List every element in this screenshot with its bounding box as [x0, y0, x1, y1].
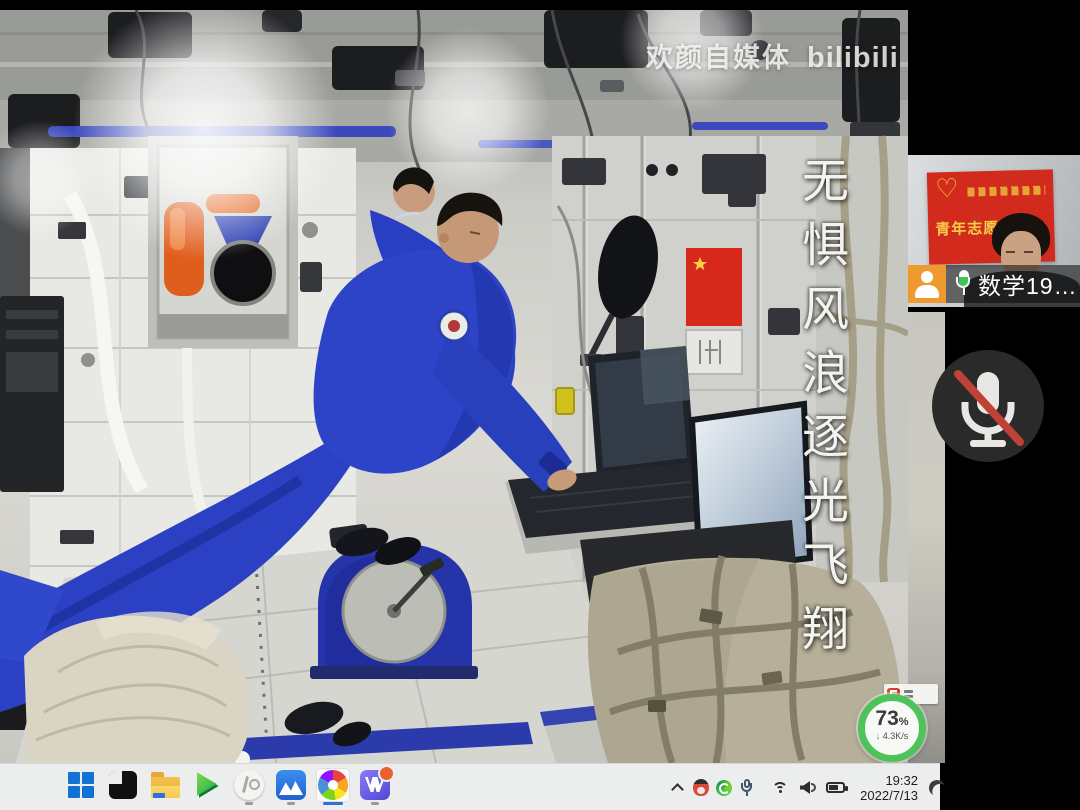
taskbar-clock[interactable]: 19:32 2022/7/13: [856, 773, 918, 803]
battery-icon[interactable]: [826, 782, 845, 793]
moon-icon[interactable]: [928, 778, 947, 797]
running-indicator: [371, 802, 379, 805]
watermark-channel-text: 欢颜自媒体: [646, 36, 791, 75]
participant-video-tile[interactable]: ♡ 青年志愿者协会 数学19…: [908, 155, 1080, 307]
participant-name-label: 数学19…: [978, 267, 1078, 301]
green-play-video-icon: [192, 770, 222, 800]
shared-video-space-station: 欢颜自媒体 bilibili 无惧风浪逐光飞翔: [0, 10, 908, 763]
yellow-cup: [556, 388, 574, 414]
green-security-icon[interactable]: [716, 780, 732, 796]
dark-window-app-icon: [109, 771, 137, 799]
wps-office-icon: [360, 770, 390, 800]
browser-button[interactable]: [316, 768, 350, 802]
white-circle-app-button[interactable]: [232, 768, 266, 802]
station-scene-art: [0, 10, 908, 763]
running-indicator: [245, 802, 253, 805]
microphone-icon[interactable]: [741, 779, 754, 796]
clock-date: 2022/7/13: [856, 788, 918, 803]
notification-badge: [378, 765, 395, 782]
volume-icon[interactable]: [800, 781, 816, 794]
white-circle-app-icon: [234, 770, 264, 800]
mic-active-icon: [955, 270, 973, 298]
video-player-button[interactable]: [190, 768, 224, 802]
video-watermark: 欢颜自媒体 bilibili: [646, 36, 899, 75]
vertical-caption-text: 无惧风浪逐光飞翔: [786, 156, 855, 690]
down-arrow-icon: ↓: [876, 731, 881, 741]
bilibili-logo-text: bilibili: [807, 42, 899, 75]
qq-penguin-icon[interactable]: [693, 779, 709, 796]
mic-muted-button[interactable]: [932, 350, 1044, 462]
system-tray: 19:32 2022/7/13: [672, 764, 945, 810]
blue-mountain-app-icon: [276, 770, 306, 800]
start-button[interactable]: [64, 768, 98, 802]
running-indicator: [287, 802, 295, 805]
taskbar-app-icons: [64, 768, 392, 802]
file-explorer-icon: [151, 777, 180, 798]
wifi-icon[interactable]: [772, 781, 790, 795]
memory-percent: 73%: [865, 708, 919, 729]
participant-eye: [1024, 251, 1033, 253]
desktop-screen: 欢颜自媒体 bilibili 无惧风浪逐光飞翔 ♡ 青年志愿者协会 数学19…: [0, 0, 1080, 810]
china-flag: [686, 248, 742, 326]
active-indicator: [323, 802, 343, 805]
participant-name-bar: 数学19…: [908, 265, 1080, 303]
mic-muted-icon: [932, 350, 1044, 462]
clock-time: 19:32: [856, 773, 918, 788]
windows-start-icon: [68, 772, 95, 799]
banner-small-text-blur: [967, 186, 1045, 197]
dark-window-app-button[interactable]: [106, 768, 140, 802]
person-icon: [908, 265, 946, 303]
network-speed: ↓ 4.3K/s: [865, 731, 919, 741]
chevron-up-icon[interactable]: [672, 782, 684, 794]
heart-icon: ♡: [935, 174, 959, 203]
windows-taskbar: 19:32 2022/7/13: [0, 763, 940, 810]
file-explorer-button[interactable]: [148, 768, 182, 802]
wps-office-button[interactable]: [358, 768, 392, 802]
speed-ball-widget[interactable]: 73% ↓ 4.3K/s: [858, 694, 926, 762]
pinwheel-browser-icon: [318, 770, 348, 800]
participant-eye: [1006, 251, 1015, 253]
blue-mountain-app-button[interactable]: [274, 768, 308, 802]
